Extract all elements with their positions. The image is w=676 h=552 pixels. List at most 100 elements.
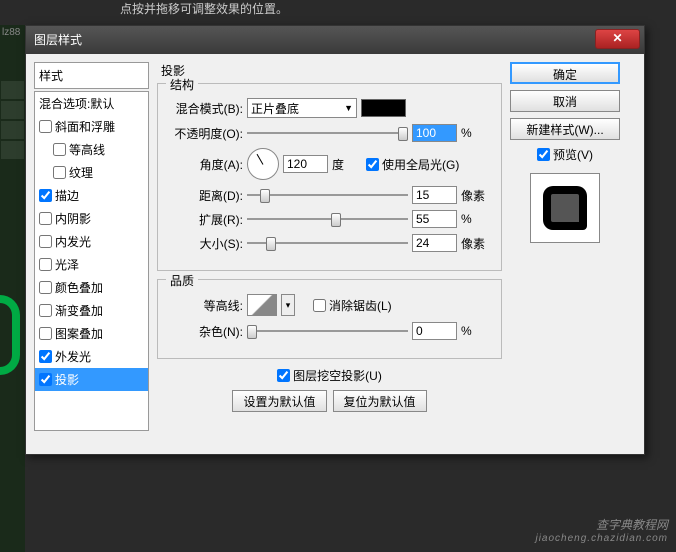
contour-label: 等高线: [168,297,243,314]
style-label: 外发光 [55,348,91,365]
shadow-color-swatch[interactable] [361,99,406,117]
style-checkbox[interactable] [39,327,52,340]
global-light-input[interactable] [366,158,379,171]
size-input[interactable]: 24 [412,234,457,252]
distance-input[interactable]: 15 [412,186,457,204]
style-checkbox[interactable] [39,189,52,202]
bg-brick [0,140,25,160]
style-label: 描边 [55,187,79,204]
watermark-sub: jiaocheng.chazidian.com [535,533,668,544]
spread-input[interactable]: 55 [412,210,457,228]
style-checkbox[interactable] [39,304,52,317]
set-default-button[interactable]: 设置为默认值 [232,390,326,412]
preview-input[interactable] [537,148,550,161]
chevron-down-icon: ▼ [344,103,353,113]
watermark: 查字典教程网 jiaocheng.chazidian.com [535,516,668,544]
style-item[interactable]: 描边 [35,184,148,207]
noise-label: 杂色(N): [168,323,243,340]
style-checkbox[interactable] [53,166,66,179]
structure-fieldset: 结构 混合模式(B): 正片叠底 ▼ 不透明度(O): 100 % [157,83,502,271]
bg-brick [0,100,25,120]
bg-green-shape [0,295,20,375]
opacity-unit: % [461,126,491,140]
contour-swatch[interactable] [247,294,277,316]
style-item[interactable]: 颜色叠加 [35,276,148,299]
blend-mode-combo[interactable]: 正片叠底 ▼ [247,98,357,118]
style-item[interactable]: 投影 [35,368,148,391]
section-label: 投影 [157,62,502,79]
knockout-input[interactable] [277,369,290,382]
style-label: 光泽 [55,256,79,273]
preview-shape [543,186,587,230]
preview-box [530,173,600,243]
style-item[interactable]: 图案叠加 [35,322,148,345]
styles-header[interactable]: 样式 [34,62,149,89]
style-label: 混合选项:默认 [39,95,114,112]
global-light-checkbox[interactable]: 使用全局光(G) [366,156,459,173]
noise-slider[interactable] [247,322,408,340]
style-label: 投影 [55,371,79,388]
preview-label: 预览(V) [553,146,593,163]
right-panel: 确定 取消 新建样式(W)... 预览(V) [510,62,620,446]
spread-slider[interactable] [247,210,408,228]
style-checkbox[interactable] [53,143,66,156]
opacity-slider[interactable] [247,124,408,142]
style-item[interactable]: 内阴影 [35,207,148,230]
bg-brick [0,80,25,100]
style-checkbox[interactable] [39,258,52,271]
style-item[interactable]: 等高线 [35,138,148,161]
style-label: 斜面和浮雕 [55,118,115,135]
distance-slider[interactable] [247,186,408,204]
style-checkbox[interactable] [39,373,52,386]
style-checkbox[interactable] [39,212,52,225]
bg-tag: lz88 [0,25,25,40]
distance-label: 距离(D): [168,187,243,204]
bg-hint-text: 点按并拖移可调整效果的位置。 [120,0,288,17]
cancel-button[interactable]: 取消 [510,90,620,112]
style-checkbox[interactable] [39,350,52,363]
noise-unit: % [461,324,491,338]
reset-default-button[interactable]: 复位为默认值 [333,390,427,412]
opacity-label: 不透明度(O): [168,125,243,142]
angle-dial[interactable] [247,148,279,180]
style-checkbox[interactable] [39,120,52,133]
quality-legend: 品质 [166,272,198,289]
style-item[interactable]: 混合选项:默认 [35,92,148,115]
style-item[interactable]: 内发光 [35,230,148,253]
size-label: 大小(S): [168,235,243,252]
new-style-button[interactable]: 新建样式(W)... [510,118,620,140]
style-label: 渐变叠加 [55,302,103,319]
style-checkbox[interactable] [39,281,52,294]
layer-style-dialog: 图层样式 ✕ 样式 混合选项:默认斜面和浮雕等高线纹理描边内阴影内发光光泽颜色叠… [25,25,645,455]
opacity-input[interactable]: 100 [412,124,457,142]
style-checkbox[interactable] [39,235,52,248]
knockout-checkbox[interactable]: 图层挖空投影(U) [277,367,382,384]
style-item[interactable]: 纹理 [35,161,148,184]
style-label: 颜色叠加 [55,279,103,296]
noise-input[interactable]: 0 [412,322,457,340]
spread-unit: % [461,212,491,226]
angle-input[interactable]: 120 [283,155,328,173]
titlebar[interactable]: 图层样式 ✕ [26,26,644,54]
style-label: 内发光 [55,233,91,250]
style-item[interactable]: 斜面和浮雕 [35,115,148,138]
close-button[interactable]: ✕ [595,29,640,49]
center-panel: 投影 结构 混合模式(B): 正片叠底 ▼ 不透明度(O): 100 % [157,62,502,446]
watermark-main: 查字典教程网 [535,516,668,533]
styles-list: 混合选项:默认斜面和浮雕等高线纹理描边内阴影内发光光泽颜色叠加渐变叠加图案叠加外… [34,91,149,431]
dialog-title: 图层样式 [34,33,82,47]
style-item[interactable]: 光泽 [35,253,148,276]
style-label: 内阴影 [55,210,91,227]
style-item[interactable]: 渐变叠加 [35,299,148,322]
antialias-input[interactable] [313,299,326,312]
preview-checkbox[interactable]: 预览(V) [510,146,620,163]
style-label: 纹理 [69,164,93,181]
style-item[interactable]: 外发光 [35,345,148,368]
angle-label: 角度(A): [168,156,243,173]
contour-dropdown[interactable]: ▾ [281,294,295,316]
size-slider[interactable] [247,234,408,252]
blend-mode-value: 正片叠底 [251,100,299,117]
ok-button[interactable]: 确定 [510,62,620,84]
style-label: 图案叠加 [55,325,103,342]
antialias-checkbox[interactable]: 消除锯齿(L) [313,297,392,314]
